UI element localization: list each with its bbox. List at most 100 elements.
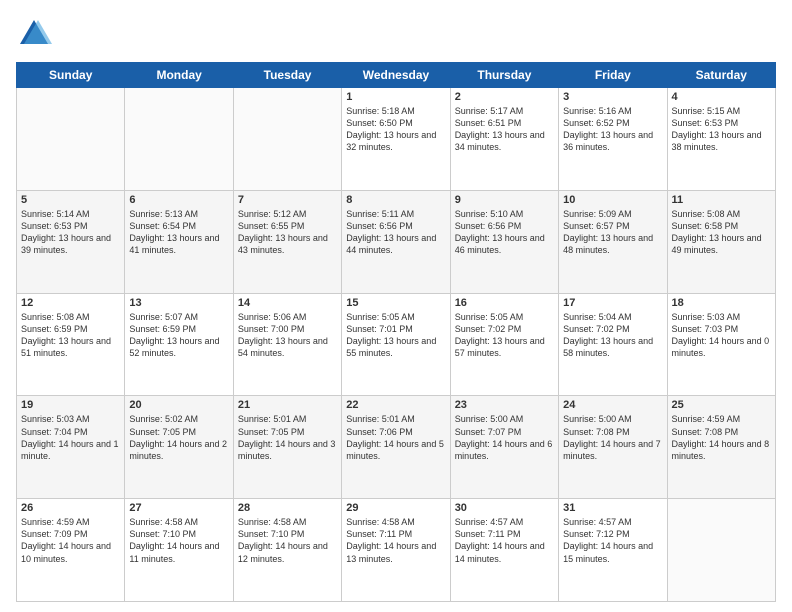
calendar-cell: 8Sunrise: 5:11 AM Sunset: 6:56 PM Daylig…: [342, 190, 450, 293]
day-number: 9: [455, 194, 554, 206]
day-number: 15: [346, 297, 445, 309]
day-content: Sunrise: 4:57 AM Sunset: 7:12 PM Dayligh…: [563, 516, 662, 565]
calendar-cell: 5 Sunrise: 5:14 AM Sunset: 6:53 PM Daylig…: [17, 190, 125, 293]
calendar-cell: 24 Sunrise: 5:00 AM Sunset: 7:08 PM Dayli…: [559, 396, 667, 499]
calendar-cell: [667, 499, 775, 602]
day-content: Sunrise: 4:57 AM Sunset: 7:11 PM Dayligh…: [455, 516, 554, 565]
day-content: Sunrise: 4:58 AM Sunset: 7:10 PM Dayligh…: [129, 516, 228, 565]
logo: [16, 16, 56, 52]
calendar-cell: [125, 88, 233, 191]
day-content: Sunrise: 4:59 AM Sunset: 7:08 PM Dayligh…: [672, 413, 771, 462]
calendar-cell: 17Sunrise: 5:04 AM Sunset: 7:02 PM Dayli…: [559, 293, 667, 396]
week-row-5: 26 Sunrise: 4:59 AM Sunset: 7:09 PM Dayli…: [17, 499, 776, 602]
day-content: Sunrise: 5:09 AM Sunset: 6:57 PM Dayligh…: [563, 208, 662, 257]
day-content: Sunrise: 4:59 AM Sunset: 7:09 PM Dayligh…: [21, 516, 120, 565]
calendar-cell: 13 Sunrise: 5:07 AM Sunset: 6:59 PM Dayli…: [125, 293, 233, 396]
day-number: 31: [563, 502, 662, 514]
day-content: Sunrise: 5:08 AM Sunset: 6:58 PM Dayligh…: [672, 208, 771, 257]
day-number: 13: [129, 297, 228, 309]
day-content: Sunrise: 5:13 AM Sunset: 6:54 PM Dayligh…: [129, 208, 228, 257]
day-number: 26: [21, 502, 120, 514]
day-content: Sunrise: 5:03 AM Sunset: 7:04 PM Dayligh…: [21, 413, 120, 462]
day-number: 18: [672, 297, 771, 309]
week-row-3: 12Sunrise: 5:08 AM Sunset: 6:59 PM Dayli…: [17, 293, 776, 396]
calendar-cell: 2 Sunrise: 5:17 AM Sunset: 6:51 PM Daylig…: [450, 88, 558, 191]
day-content: Sunrise: 5:16 AM Sunset: 6:52 PM Dayligh…: [563, 105, 662, 154]
day-number: 20: [129, 399, 228, 411]
day-number: 24: [563, 399, 662, 411]
calendar-cell: 26 Sunrise: 4:59 AM Sunset: 7:09 PM Dayli…: [17, 499, 125, 602]
day-content: Sunrise: 5:12 AM Sunset: 6:55 PM Dayligh…: [238, 208, 337, 257]
day-number: 27: [129, 502, 228, 514]
calendar-cell: [17, 88, 125, 191]
day-number: 25: [672, 399, 771, 411]
header-day-saturday: Saturday: [667, 63, 775, 88]
header: [16, 16, 776, 52]
header-day-wednesday: Wednesday: [342, 63, 450, 88]
day-number: 8: [346, 194, 445, 206]
calendar-cell: 6Sunrise: 5:13 AM Sunset: 6:54 PM Daylig…: [125, 190, 233, 293]
header-day-monday: Monday: [125, 63, 233, 88]
day-content: Sunrise: 5:00 AM Sunset: 7:08 PM Dayligh…: [563, 413, 662, 462]
day-number: 23: [455, 399, 554, 411]
calendar-table: SundayMondayTuesdayWednesdayThursdayFrid…: [16, 62, 776, 602]
calendar-cell: 15 Sunrise: 5:05 AM Sunset: 7:01 PM Dayli…: [342, 293, 450, 396]
calendar-cell: 22 Sunrise: 5:01 AM Sunset: 7:06 PM Dayli…: [342, 396, 450, 499]
calendar-cell: 1 Sunrise: 5:18 AM Sunset: 6:50 PM Daylig…: [342, 88, 450, 191]
day-number: 2: [455, 91, 554, 103]
day-number: 5: [21, 194, 120, 206]
day-content: Sunrise: 5:04 AM Sunset: 7:02 PM Dayligh…: [563, 311, 662, 360]
calendar-cell: 10 Sunrise: 5:09 AM Sunset: 6:57 PM Dayli…: [559, 190, 667, 293]
calendar-cell: 21Sunrise: 5:01 AM Sunset: 7:05 PM Dayli…: [233, 396, 341, 499]
day-number: 10: [563, 194, 662, 206]
day-number: 7: [238, 194, 337, 206]
day-content: Sunrise: 5:10 AM Sunset: 6:56 PM Dayligh…: [455, 208, 554, 257]
day-content: Sunrise: 5:07 AM Sunset: 6:59 PM Dayligh…: [129, 311, 228, 360]
day-content: Sunrise: 5:05 AM Sunset: 7:01 PM Dayligh…: [346, 311, 445, 360]
day-content: Sunrise: 5:00 AM Sunset: 7:07 PM Dayligh…: [455, 413, 554, 462]
header-day-thursday: Thursday: [450, 63, 558, 88]
calendar-cell: 16Sunrise: 5:05 AM Sunset: 7:02 PM Dayli…: [450, 293, 558, 396]
calendar-cell: 31 Sunrise: 4:57 AM Sunset: 7:12 PM Dayli…: [559, 499, 667, 602]
header-day-friday: Friday: [559, 63, 667, 88]
calendar-cell: 4Sunrise: 5:15 AM Sunset: 6:53 PM Daylig…: [667, 88, 775, 191]
day-content: Sunrise: 5:08 AM Sunset: 6:59 PM Dayligh…: [21, 311, 120, 360]
calendar-cell: 27 Sunrise: 4:58 AM Sunset: 7:10 PM Dayli…: [125, 499, 233, 602]
header-row: SundayMondayTuesdayWednesdayThursdayFrid…: [17, 63, 776, 88]
day-content: Sunrise: 5:14 AM Sunset: 6:53 PM Dayligh…: [21, 208, 120, 257]
calendar-cell: 18Sunrise: 5:03 AM Sunset: 7:03 PM Dayli…: [667, 293, 775, 396]
day-content: Sunrise: 5:02 AM Sunset: 7:05 PM Dayligh…: [129, 413, 228, 462]
calendar-cell: 25 Sunrise: 4:59 AM Sunset: 7:08 PM Dayli…: [667, 396, 775, 499]
calendar-cell: 20 Sunrise: 5:02 AM Sunset: 7:05 PM Dayli…: [125, 396, 233, 499]
day-content: Sunrise: 5:05 AM Sunset: 7:02 PM Dayligh…: [455, 311, 554, 360]
calendar-cell: 30 Sunrise: 4:57 AM Sunset: 7:11 PM Dayli…: [450, 499, 558, 602]
calendar-cell: 9 Sunrise: 5:10 AM Sunset: 6:56 PM Daylig…: [450, 190, 558, 293]
calendar-cell: 12Sunrise: 5:08 AM Sunset: 6:59 PM Dayli…: [17, 293, 125, 396]
calendar-cell: 23 Sunrise: 5:00 AM Sunset: 7:07 PM Dayli…: [450, 396, 558, 499]
day-content: Sunrise: 5:01 AM Sunset: 7:06 PM Dayligh…: [346, 413, 445, 462]
day-number: 30: [455, 502, 554, 514]
day-number: 1: [346, 91, 445, 103]
header-day-sunday: Sunday: [17, 63, 125, 88]
calendar-cell: 14Sunrise: 5:06 AM Sunset: 7:00 PM Dayli…: [233, 293, 341, 396]
day-number: 19: [21, 399, 120, 411]
week-row-1: 1 Sunrise: 5:18 AM Sunset: 6:50 PM Daylig…: [17, 88, 776, 191]
day-number: 29: [346, 502, 445, 514]
day-content: Sunrise: 5:18 AM Sunset: 6:50 PM Dayligh…: [346, 105, 445, 154]
day-number: 14: [238, 297, 337, 309]
logo-icon: [16, 16, 52, 52]
calendar-cell: 11Sunrise: 5:08 AM Sunset: 6:58 PM Dayli…: [667, 190, 775, 293]
day-content: Sunrise: 4:58 AM Sunset: 7:11 PM Dayligh…: [346, 516, 445, 565]
day-content: Sunrise: 4:58 AM Sunset: 7:10 PM Dayligh…: [238, 516, 337, 565]
day-number: 4: [672, 91, 771, 103]
day-number: 22: [346, 399, 445, 411]
page: SundayMondayTuesdayWednesdayThursdayFrid…: [0, 0, 792, 612]
week-row-4: 19 Sunrise: 5:03 AM Sunset: 7:04 PM Dayli…: [17, 396, 776, 499]
header-day-tuesday: Tuesday: [233, 63, 341, 88]
calendar-cell: 19 Sunrise: 5:03 AM Sunset: 7:04 PM Dayli…: [17, 396, 125, 499]
calendar-cell: [233, 88, 341, 191]
day-number: 28: [238, 502, 337, 514]
day-content: Sunrise: 5:01 AM Sunset: 7:05 PM Dayligh…: [238, 413, 337, 462]
calendar-cell: 3Sunrise: 5:16 AM Sunset: 6:52 PM Daylig…: [559, 88, 667, 191]
day-content: Sunrise: 5:17 AM Sunset: 6:51 PM Dayligh…: [455, 105, 554, 154]
